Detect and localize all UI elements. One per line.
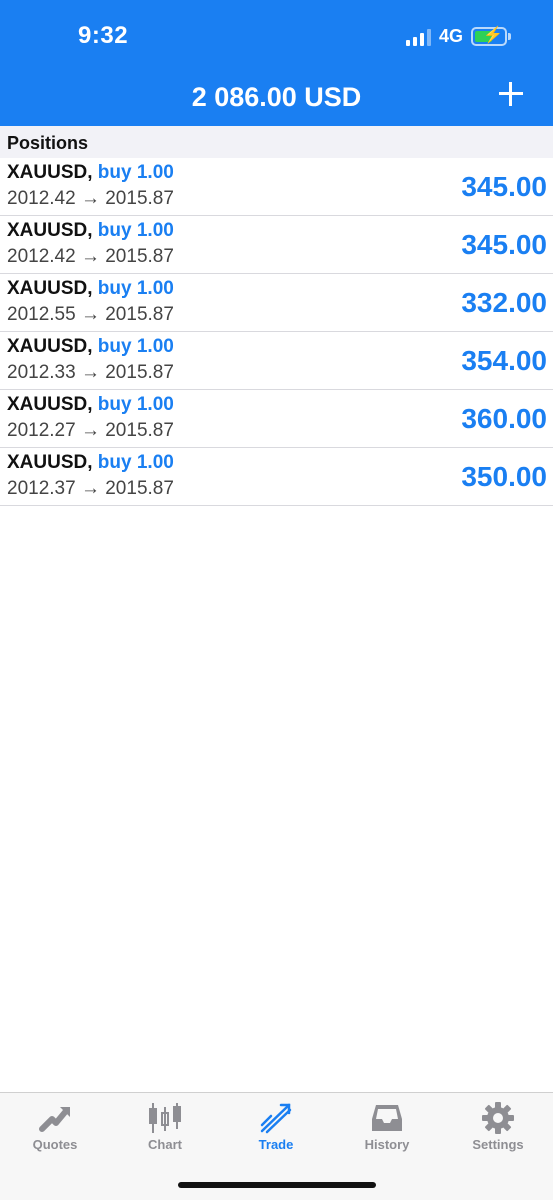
position-symbol: XAUUSD, bbox=[7, 278, 93, 299]
position-prices: 2012.55 → 2015.87 bbox=[7, 304, 174, 325]
top-bar: 9:32 4G ⚡ 2 086.00 USD bbox=[0, 0, 553, 126]
position-prices: 2012.37 → 2015.87 bbox=[7, 478, 174, 499]
position-row[interactable]: XAUUSD, buy 1.00 2012.33 → 2015.87 354.0… bbox=[0, 332, 553, 390]
battery-icon: ⚡ bbox=[471, 27, 511, 46]
position-profit: 345.00 bbox=[461, 229, 547, 260]
positions-header: Positions bbox=[0, 126, 553, 158]
position-type: buy 1.00 bbox=[97, 336, 174, 357]
home-indicator[interactable] bbox=[178, 1182, 376, 1188]
position-symbol: XAUUSD, bbox=[7, 162, 93, 183]
add-order-button[interactable] bbox=[497, 80, 525, 108]
position-prices: 2012.33 → 2015.87 bbox=[7, 362, 174, 383]
position-type: buy 1.00 bbox=[97, 452, 174, 473]
gear-icon bbox=[482, 1102, 514, 1134]
position-row[interactable]: XAUUSD, buy 1.00 2012.27 → 2015.87 360.0… bbox=[0, 390, 553, 448]
position-type: buy 1.00 bbox=[97, 278, 174, 299]
position-profit: 350.00 bbox=[461, 461, 547, 492]
status-time: 9:32 bbox=[78, 22, 129, 49]
position-symbol: XAUUSD, bbox=[7, 336, 93, 357]
candlestick-icon bbox=[149, 1103, 181, 1133]
position-type: buy 1.00 bbox=[97, 220, 174, 241]
signal-icon bbox=[405, 28, 431, 46]
position-prices: 2012.27 → 2015.87 bbox=[7, 420, 174, 441]
tab-settings[interactable]: Settings bbox=[443, 1093, 553, 1163]
status-indicators: 4G ⚡ bbox=[405, 26, 511, 47]
position-profit: 332.00 bbox=[461, 287, 547, 318]
position-profit: 354.00 bbox=[461, 345, 547, 376]
position-prices: 2012.42 → 2015.87 bbox=[7, 246, 174, 267]
position-type: buy 1.00 bbox=[97, 162, 174, 183]
tab-history[interactable]: History bbox=[332, 1093, 442, 1163]
position-row[interactable]: XAUUSD, buy 1.00 2012.55 → 2015.87 332.0… bbox=[0, 274, 553, 332]
tab-label: Chart bbox=[148, 1137, 182, 1152]
position-row[interactable]: XAUUSD, buy 1.00 2012.42 → 2015.87 345.0… bbox=[0, 158, 553, 216]
position-type: buy 1.00 bbox=[97, 394, 174, 415]
positions-list: XAUUSD, buy 1.00 2012.42 → 2015.87 345.0… bbox=[0, 158, 553, 506]
position-symbol: XAUUSD, bbox=[7, 220, 93, 241]
position-row[interactable]: XAUUSD, buy 1.00 2012.42 → 2015.87 345.0… bbox=[0, 216, 553, 274]
network-label: 4G bbox=[438, 26, 463, 46]
position-profit: 345.00 bbox=[461, 171, 547, 202]
position-prices: 2012.42 → 2015.87 bbox=[7, 188, 174, 209]
tab-label: Quotes bbox=[32, 1137, 78, 1152]
quotes-icon bbox=[39, 1107, 70, 1132]
tab-chart[interactable]: Chart bbox=[110, 1093, 220, 1163]
tab-label: Settings bbox=[472, 1137, 524, 1152]
account-balance: 2 086.00 USD bbox=[191, 82, 362, 112]
position-symbol: XAUUSD, bbox=[7, 394, 93, 415]
position-row[interactable]: XAUUSD, buy 1.00 2012.37 → 2015.87 350.0… bbox=[0, 448, 553, 506]
tab-label: History bbox=[364, 1137, 410, 1152]
inbox-icon bbox=[372, 1105, 402, 1131]
tab-label: Trade bbox=[258, 1137, 294, 1152]
tab-trade[interactable]: Trade bbox=[221, 1093, 331, 1163]
trade-icon bbox=[260, 1103, 292, 1134]
position-profit: 360.00 bbox=[461, 403, 547, 434]
position-symbol: XAUUSD, bbox=[7, 452, 93, 473]
tab-quotes[interactable]: Quotes bbox=[0, 1093, 110, 1163]
